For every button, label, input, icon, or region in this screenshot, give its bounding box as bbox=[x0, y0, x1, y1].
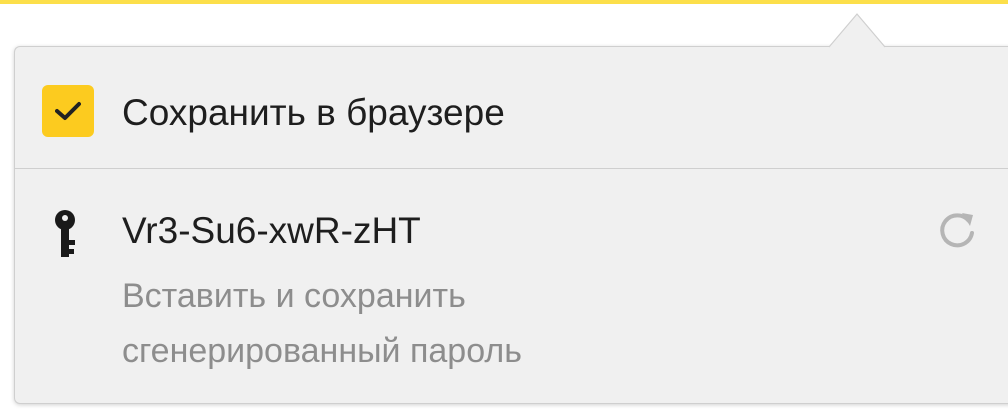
refresh-icon[interactable] bbox=[933, 205, 981, 253]
toolbar-accent-bar bbox=[0, 0, 1008, 4]
generated-password-value: Vr3-Su6-xwR-zHT bbox=[122, 210, 421, 251]
save-in-browser-label: Сохранить в браузере bbox=[122, 92, 505, 133]
save-in-browser-row[interactable]: Сохранить в браузере bbox=[15, 47, 1008, 169]
password-popup-screen: Сохранить в браузере Vr3-Su6-xwR-zHT Вст… bbox=[0, 0, 1008, 409]
checkmark-icon bbox=[55, 102, 81, 120]
hint-line-1: Вставить и сохранить bbox=[122, 277, 466, 315]
password-save-popup: Сохранить в браузере Vr3-Su6-xwR-zHT Вст… bbox=[14, 46, 1008, 404]
generated-password-row[interactable]: Vr3-Su6-xwR-zHT Вставить и сохранить сге… bbox=[15, 169, 1008, 405]
save-in-browser-checkbox[interactable] bbox=[42, 85, 94, 137]
key-icon bbox=[55, 210, 75, 257]
hint-line-2: сгенерированный пароль bbox=[122, 332, 522, 370]
insert-and-save-hint: Вставить и сохранить сгенерированный пар… bbox=[122, 269, 822, 379]
